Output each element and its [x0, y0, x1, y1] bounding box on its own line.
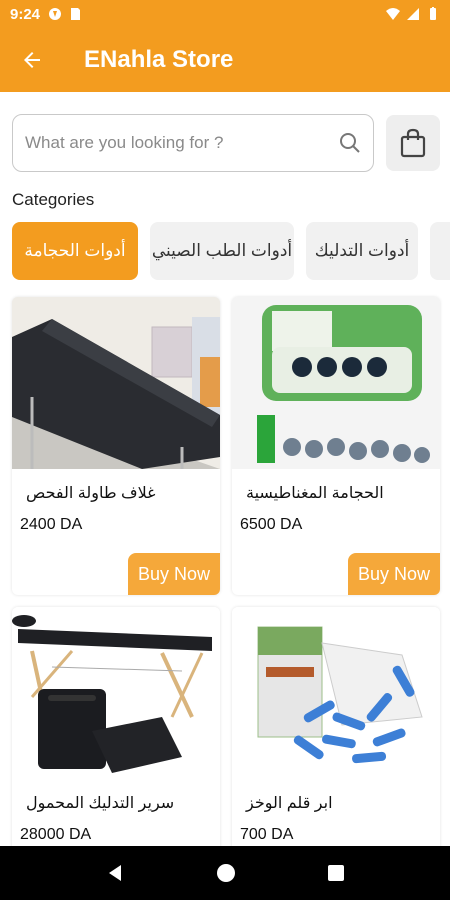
product-image [232, 607, 440, 779]
search-row [12, 114, 440, 172]
category-chip-massage[interactable]: أدوات التدليك [306, 222, 418, 280]
back-arrow-icon [24, 52, 40, 68]
product-name: ابر قلم الوخز [246, 795, 333, 812]
nav-recents-icon[interactable] [327, 864, 345, 882]
category-chip-partial[interactable] [430, 222, 450, 280]
category-chip-chinese-medicine[interactable]: أدوات الطب الصيني [150, 222, 294, 280]
app-title: ENahla Store [84, 46, 234, 73]
category-chip-label: أدوات الطب الصيني [151, 241, 293, 260]
system-nav-bar [0, 846, 450, 900]
product-image [232, 297, 440, 469]
category-chip-cupping[interactable]: أدوات الحجامة [12, 222, 138, 280]
search-box[interactable] [12, 114, 374, 172]
product-name: غلاف طاولة الفحص [26, 485, 156, 502]
status-bar: 9:24 [0, 0, 450, 28]
nav-back-icon[interactable] [105, 863, 125, 883]
cart-button[interactable] [386, 115, 440, 171]
product-price: 2400 DA [20, 516, 83, 533]
app-bar: ENahla Store [0, 28, 450, 92]
nav-home-icon[interactable] [215, 862, 237, 884]
product-price: 700 DA [240, 826, 294, 843]
battery-icon [430, 7, 436, 20]
status-time: 9:24 [10, 5, 41, 23]
product-image [12, 297, 220, 469]
product-card[interactable]: ابر قلم الوخز 700 DA [232, 607, 440, 857]
sd-card-icon [71, 8, 81, 20]
product-card[interactable]: غلاف طاولة الفحص 2400 DA Buy Now [12, 297, 220, 595]
categories-title: Categories [12, 190, 95, 209]
product-name: سرير التدليك المحمول [26, 795, 175, 812]
product-image [12, 607, 220, 779]
buy-now-button[interactable]: Buy Now [128, 553, 220, 595]
product-card[interactable]: الحجامة المغناطيسية 6500 DA Buy Now [232, 297, 440, 595]
product-price: 28000 DA [20, 826, 92, 843]
notification-icon [49, 8, 62, 20]
product-name: الحجامة المغناطيسية [246, 485, 384, 502]
wifi-icon [386, 8, 400, 20]
category-chip-label: أدوات التدليك [314, 241, 410, 260]
back-button[interactable] [0, 28, 64, 92]
signal-icon [407, 8, 419, 20]
search-input[interactable] [25, 133, 339, 153]
category-chip-label: أدوات الحجامة [24, 241, 126, 260]
product-price: 6500 DA [240, 516, 303, 533]
shopping-bag-icon [400, 128, 426, 158]
category-chips: أدوات الحجامة أدوات الطب الصيني أدوات ال… [12, 222, 450, 280]
search-icon[interactable] [339, 132, 361, 154]
product-card[interactable]: سرير التدليك المحمول 28000 DA [12, 607, 220, 857]
buy-now-button[interactable]: Buy Now [348, 553, 440, 595]
